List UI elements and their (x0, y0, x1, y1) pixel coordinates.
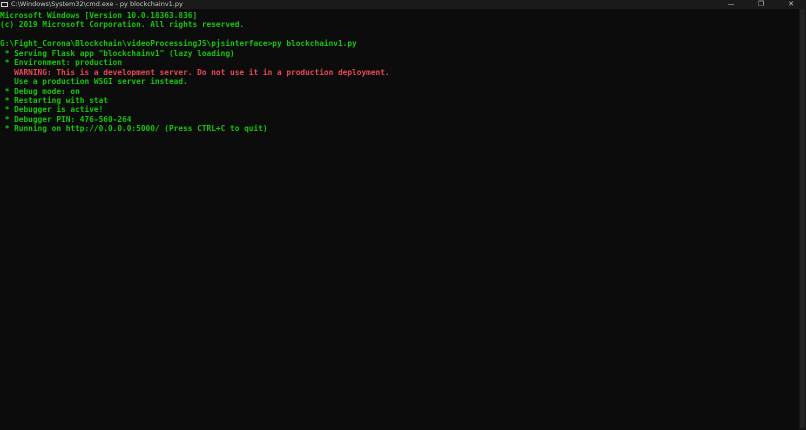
console-line: G:\Fight_Corona\Blockchain\videoProcessi… (0, 39, 357, 49)
close-icon[interactable]: ✕ (776, 0, 806, 9)
console-line: * Environment: production (0, 58, 123, 68)
window-title: C:\Windows\System32\cmd.exe - py blockch… (11, 0, 183, 8)
console-line: * Debugger is active! (0, 105, 104, 115)
console-line: * Serving Flask app "blockchainv1" (lazy… (0, 48, 235, 58)
console-line: Microsoft Windows [Version 10.0.18363.83… (0, 11, 198, 20)
vertical-scrollbar[interactable] (799, 9, 806, 430)
minimize-icon[interactable]: — (716, 0, 746, 9)
console-output[interactable]: Microsoft Windows [Version 10.0.18363.83… (0, 11, 798, 134)
console-line: * Restarting with stat (0, 95, 108, 105)
cmd-icon (1, 2, 8, 7)
maximize-icon[interactable]: ❐ (746, 0, 776, 9)
console-line: * Running on http://0.0.0.0:5000/ (Press… (0, 124, 268, 134)
console-line: * Debugger PIN: 476-560-264 (0, 114, 132, 124)
console-line: (c) 2019 Microsoft Corporation. All righ… (0, 20, 245, 30)
console-line: Use a production WSGI server instead. (0, 77, 188, 87)
title-bar[interactable]: C:\Windows\System32\cmd.exe - py blockch… (0, 0, 806, 9)
cmd-window: C:\Windows\System32\cmd.exe - py blockch… (0, 0, 806, 430)
scrollbar-thumb[interactable] (800, 9, 805, 428)
warning-line: WARNING: This is a development server. D… (0, 67, 390, 77)
console-line: * Debug mode: on (0, 86, 80, 96)
window-controls: — ❐ ✕ (716, 0, 806, 9)
